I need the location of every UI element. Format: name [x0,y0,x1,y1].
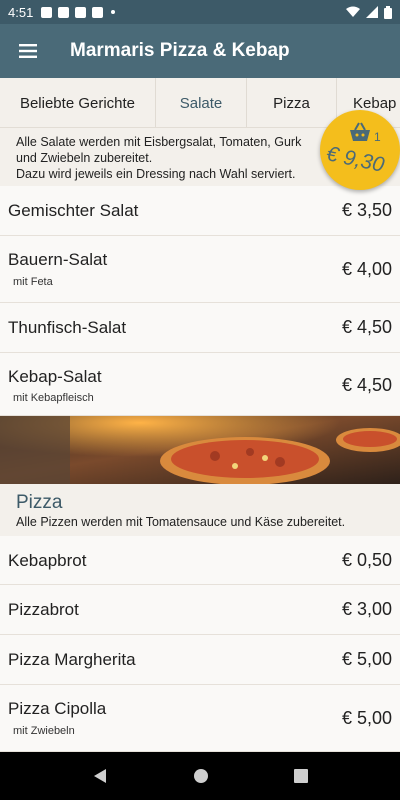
pizza-section-header: Pizza Alle Pizzen werden mit Tomatensauc… [0,484,400,536]
dot-icon [111,10,116,14]
tab-salate[interactable]: Salate [156,78,247,127]
status-bar: 4:51 [0,0,400,24]
item-price: € 5,00 [341,649,392,669]
home-icon[interactable] [193,768,209,784]
cart-count: 1 [374,130,381,144]
battery-icon [384,5,392,19]
menu-item-pizzabrot[interactable]: Pizzabrot € 3,00 [0,585,400,635]
menu-item-gemischter-salat[interactable]: Gemischter Salat € 3,50 [0,186,400,236]
menu-button[interactable] [0,24,56,78]
cart-button[interactable]: 1 € 9,30 [320,110,400,190]
signal-icon [366,6,378,18]
menu-item-pizza-margherita[interactable]: Pizza Margherita € 5,00 [0,635,400,685]
item-price: € 3,00 [341,599,392,619]
menu-item-bauern-salat[interactable]: Bauern-Salat mit Feta € 4,00 [0,236,400,303]
item-price: € 0,50 [341,550,392,570]
pizza-banner-image [0,416,400,484]
system-nav-bar [0,752,400,800]
item-description: mit Zwiebeln [13,725,75,737]
wifi-icon [346,6,360,17]
notification-square-icon [58,6,70,18]
tab-beliebte-gerichte[interactable]: Beliebte Gerichte [0,78,156,127]
menu-item-kebapbrot[interactable]: Kebapbrot € 0,50 [0,536,400,585]
section-title: Pizza [16,492,63,513]
item-description: mit Feta [13,276,53,288]
app-bar: Marmaris Pizza & Kebap [0,24,400,78]
item-name: Thunfisch-Salat [8,318,127,337]
item-price: € 3,50 [341,200,392,220]
item-price: € 4,50 [341,317,392,337]
shopping-basket-icon [350,122,370,141]
item-price: € 4,00 [341,259,392,279]
hamburger-menu-icon [19,44,37,58]
item-price: € 4,50 [341,375,392,395]
menu-item-thunfisch-salat[interactable]: Thunfisch-Salat € 4,50 [0,303,400,353]
app-title: Marmaris Pizza & Kebap [70,40,290,61]
item-description: mit Kebapfleisch [13,392,94,404]
menu-item-pizza-cipolla[interactable]: Pizza Cipolla mit Zwiebeln € 5,00 [0,685,400,752]
item-price: € 5,00 [341,708,392,728]
notification-square-icon [75,6,87,18]
cart-total: € 9,30 [324,142,387,177]
notification-square-icon [92,6,104,18]
status-time: 4:51 [8,4,34,20]
item-name: Pizzabrot [8,600,79,619]
back-icon[interactable] [92,768,108,784]
menu-item-kebap-salat[interactable]: Kebap-Salat mit Kebapfleisch € 4,50 [0,353,400,416]
notification-square-icon [41,6,53,18]
tab-pizza[interactable]: Pizza [247,78,337,127]
item-name: Pizza Margherita [8,650,136,669]
item-name: Pizza Cipolla [8,699,107,718]
item-name: Bauern-Salat [8,250,108,269]
section-description: Alle Pizzen werden mit Tomatensauce und … [16,515,346,529]
item-name: Kebapbrot [8,551,87,570]
item-name: Kebap-Salat [8,367,102,386]
recents-icon[interactable] [293,769,308,783]
item-name: Gemischter Salat [8,201,139,220]
